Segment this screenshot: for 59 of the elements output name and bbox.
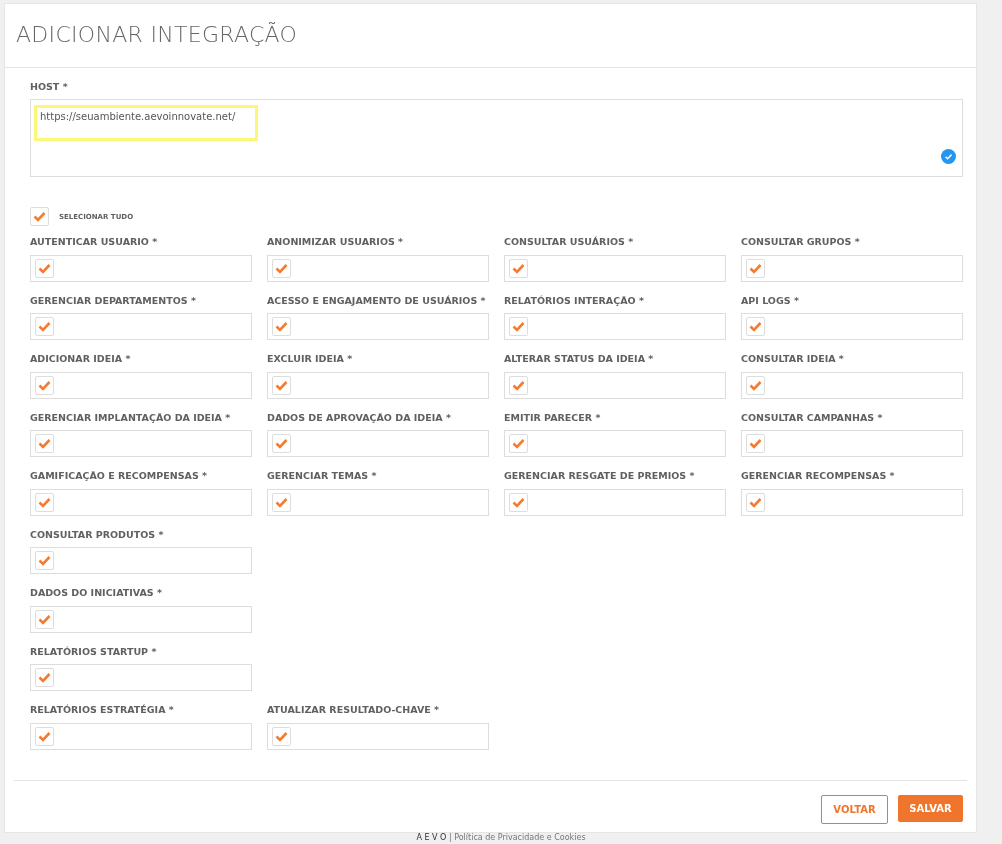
permission-label: GERENCIAR TEMAS * bbox=[267, 469, 378, 484]
permission-label: GERENCIAR RESGATE DE PREMIOS * bbox=[504, 469, 696, 484]
permission-label: ATUALIZAR RESULTADO-CHAVE * bbox=[267, 703, 441, 718]
permission-label: GERENCIAR RECOMPENSAS * bbox=[741, 469, 896, 484]
permission-label: ALTERAR STATUS DA IDEIA * bbox=[504, 352, 655, 367]
host-value: https://seuambiente.aevoinnovate.net/ bbox=[34, 105, 258, 142]
permission-label: CONSULTAR USUÁRIOS * bbox=[504, 235, 635, 250]
permission-label: CONSULTAR CAMPANHAS * bbox=[741, 410, 884, 425]
permission-label: CONSULTAR GRUPOS * bbox=[741, 235, 861, 250]
permission-checkbox[interactable] bbox=[35, 258, 54, 278]
permission-checkbox[interactable] bbox=[509, 317, 528, 336]
permission-label: GERENCIAR IMPLANTAÇÃO DA IDEIA * bbox=[30, 410, 232, 425]
permission-label: ADICIONAR IDEIA * bbox=[30, 352, 132, 367]
permission-checkbox[interactable] bbox=[272, 726, 291, 746]
permission-label: AUTENTICAR USUARIO * bbox=[30, 235, 159, 250]
permission-label: DADOS DO INICIATIVAS * bbox=[30, 586, 163, 601]
permission-label: RELATÓRIOS INTERAÇÃO * bbox=[504, 293, 645, 308]
permission-checkbox[interactable] bbox=[272, 492, 291, 512]
privacy-link[interactable]: | Política de Privacidade e Cookies bbox=[448, 832, 586, 842]
permission-label: GAMIFICAÇÃO E RECOMPENSAS * bbox=[30, 469, 208, 484]
permission-label: RELATÓRIOS ESTRATÉGIA * bbox=[30, 703, 175, 718]
permission-checkbox[interactable] bbox=[509, 375, 528, 395]
permission-checkbox[interactable] bbox=[35, 492, 54, 512]
permission-checkbox[interactable] bbox=[35, 609, 54, 629]
field-label: HOST * bbox=[30, 80, 69, 94]
save-button[interactable]: SALVAR bbox=[898, 794, 963, 822]
permission-label: CONSULTAR PRODUTOS * bbox=[30, 527, 165, 542]
permission-label: API LOGS * bbox=[741, 293, 800, 308]
brand-text: A E V O bbox=[416, 832, 447, 842]
permission-checkbox[interactable] bbox=[35, 726, 54, 746]
permission-checkbox[interactable] bbox=[35, 551, 54, 570]
page-title: ADICIONAR INTEGRAÇÃO bbox=[16, 22, 298, 49]
permission-label: GERENCIAR DEPARTAMENTOS * bbox=[30, 293, 197, 308]
permission-label: EMITIR PARECER * bbox=[504, 410, 602, 425]
permission-checkbox[interactable] bbox=[746, 492, 765, 512]
permission-label: ACESSO E ENGAJAMENTO DE USUÁRIOS * bbox=[267, 293, 487, 308]
permission-checkbox[interactable] bbox=[35, 434, 54, 453]
permission-checkbox[interactable] bbox=[272, 317, 291, 336]
permission-checkbox[interactable] bbox=[272, 258, 291, 278]
permission-checkbox[interactable] bbox=[272, 375, 291, 395]
permission-checkbox[interactable] bbox=[746, 258, 765, 278]
permission-checkbox[interactable] bbox=[35, 317, 54, 336]
permission-checkbox[interactable] bbox=[746, 434, 765, 453]
permission-label: EXCLUIR IDEIA * bbox=[267, 352, 354, 367]
permission-checkbox[interactable] bbox=[509, 434, 528, 453]
permission-checkbox[interactable] bbox=[272, 434, 291, 453]
permission-checkbox[interactable] bbox=[509, 258, 528, 278]
permission-checkbox[interactable] bbox=[746, 375, 765, 395]
host-field[interactable]: https://seuambiente.aevoinnovate.net/ bbox=[30, 99, 963, 178]
back-button[interactable]: VOLTAR bbox=[821, 794, 888, 824]
permission-checkbox[interactable] bbox=[35, 668, 54, 687]
permission-label: CONSULTAR IDEIA * bbox=[741, 352, 845, 367]
permission-label: DADOS DE APROVAÇÃO DA IDEIA * bbox=[267, 410, 452, 425]
permission-checkbox[interactable] bbox=[509, 492, 528, 512]
select-all-checkbox[interactable] bbox=[30, 207, 49, 227]
permission-checkbox[interactable] bbox=[35, 375, 54, 395]
permission-label: ANONIMIZAR USUARIOS * bbox=[267, 235, 405, 250]
permission-checkbox[interactable] bbox=[746, 317, 765, 336]
permission-label: RELATÓRIOS STARTUP * bbox=[30, 644, 158, 659]
